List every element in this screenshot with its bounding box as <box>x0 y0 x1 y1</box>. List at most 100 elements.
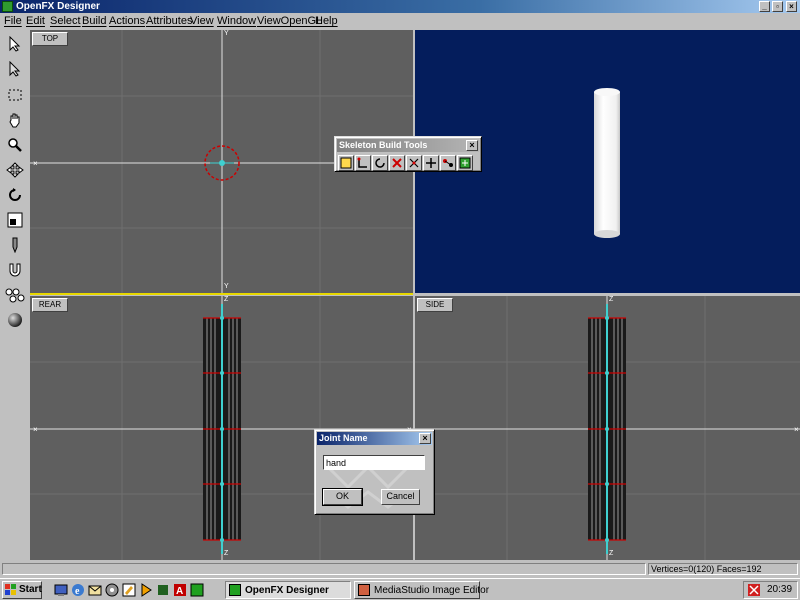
menu-edit[interactable]: Edit <box>26 15 45 28</box>
zoom-tool-button[interactable] <box>4 135 26 155</box>
menu-help[interactable]: Help <box>315 15 338 28</box>
tray-app-icon[interactable] <box>747 583 761 597</box>
menu-view[interactable]: View <box>190 15 214 28</box>
calculator-icon[interactable] <box>122 583 136 597</box>
joint-angle-button[interactable] <box>355 155 371 171</box>
start-button[interactable]: Start <box>2 581 42 599</box>
top-viewport-label[interactable]: TOP <box>32 32 68 46</box>
tool-palette <box>0 30 30 562</box>
rear-viewport-label[interactable]: REAR <box>32 298 68 312</box>
select-arrow-icon <box>9 61 21 77</box>
status-message <box>2 563 646 575</box>
svg-text:×: × <box>33 159 38 168</box>
y-axis-bottom-label: Y <box>224 283 229 290</box>
close-button[interactable]: × <box>786 1 797 12</box>
joint-name-titlebar[interactable]: Joint Name × <box>317 432 432 445</box>
move-joint-icon <box>426 158 436 168</box>
select-tool-button[interactable] <box>4 59 26 79</box>
move-joint-button[interactable] <box>423 155 439 171</box>
menu-bar: File Edit Select Build Actions Attribute… <box>0 13 800 30</box>
minimize-button[interactable]: _ <box>759 1 770 12</box>
magnet-icon <box>9 263 21 277</box>
joint-name-input[interactable] <box>323 455 425 470</box>
status-bar: Vertices=0(120) Faces=192 <box>0 562 800 576</box>
delete-joint-icon <box>392 158 402 168</box>
window-title: OpenFX Designer <box>16 1 100 12</box>
new-joint-button[interactable] <box>338 155 354 171</box>
menu-actions[interactable]: Actions <box>109 15 145 28</box>
mesh-counts: Vertices=0(120) Faces=192 <box>648 563 798 575</box>
z-axis-top-label: Z <box>224 296 229 303</box>
link-joints-button[interactable] <box>440 155 456 171</box>
side-viewport-mesh: × <box>415 296 800 560</box>
winamp-icon[interactable] <box>139 583 153 597</box>
box-select-tool-button[interactable] <box>4 85 26 105</box>
scale-tool-button[interactable] <box>4 210 26 230</box>
joint-name-title: Joint Name <box>319 433 368 443</box>
pick-joint-icon <box>409 158 419 168</box>
task-openfx-designer[interactable]: OpenFX Designer <box>225 581 351 599</box>
pen-icon <box>12 237 18 253</box>
outlook-icon[interactable] <box>88 583 102 597</box>
side-viewport[interactable]: × Z Z SIDE <box>415 296 800 560</box>
side-viewport-label[interactable]: SIDE <box>417 298 453 312</box>
system-tray: 20:39 <box>743 581 798 599</box>
move-arrows-icon <box>6 162 24 178</box>
close-icon[interactable]: × <box>466 140 478 151</box>
menu-select[interactable]: Select <box>50 15 81 28</box>
acrobat-icon[interactable]: A <box>173 583 187 597</box>
skeleton-tools-title: Skeleton Build Tools <box>339 140 428 150</box>
openfx-icon[interactable] <box>190 583 204 597</box>
magnet-tool-button[interactable] <box>4 260 26 280</box>
task-label: OpenFX Designer <box>245 585 329 596</box>
pan-tool-button[interactable] <box>4 110 26 130</box>
hand-icon <box>9 113 20 128</box>
joint-name-dialog[interactable]: Joint Name × OK Cancel <box>314 429 435 515</box>
skeleton-tools-titlebar[interactable]: Skeleton Build Tools × <box>337 139 479 152</box>
link-joints-icon <box>443 159 453 167</box>
mediastudio-task-icon <box>358 584 370 596</box>
rear-viewport[interactable]: × × Z Z REAR <box>30 296 413 560</box>
chip-icon[interactable] <box>156 583 170 597</box>
close-icon[interactable]: × <box>419 433 431 444</box>
menu-viewopengl[interactable]: ViewOpenGL <box>257 15 322 28</box>
skeleton-build-tools-window[interactable]: Skeleton Build Tools × <box>334 136 482 172</box>
desktop-icon[interactable] <box>54 583 68 597</box>
svg-text:A: A <box>176 586 183 597</box>
title-bar[interactable]: OpenFX Designer _ ▫ × <box>0 0 800 13</box>
pick-joint-button[interactable] <box>406 155 422 171</box>
rotate-icon <box>9 188 21 201</box>
task-mediastudio[interactable]: MediaStudio Image Editor <box>354 581 489 599</box>
rotate-joint-button[interactable] <box>372 155 388 171</box>
marquee-icon <box>8 89 22 101</box>
rotate-joint-icon <box>375 158 385 168</box>
active-viewport-indicator <box>30 293 413 295</box>
svg-text:×: × <box>794 425 799 434</box>
rotate-tool-button[interactable] <box>4 185 26 205</box>
menu-build[interactable]: Build <box>82 15 106 28</box>
windows-logo-icon <box>5 584 16 595</box>
render-tool-button[interactable] <box>4 310 26 330</box>
internet-explorer-icon[interactable]: e <box>71 583 85 597</box>
maximize-button[interactable]: ▫ <box>772 1 783 12</box>
menu-file[interactable]: File <box>4 15 22 28</box>
z-axis-top-label: Z <box>609 296 614 303</box>
cancel-button[interactable]: Cancel <box>381 489 420 505</box>
taskbar: Start e A OpenFX Designer MediaStudio Im… <box>0 578 800 600</box>
menu-attributes[interactable]: Attributes <box>146 15 192 28</box>
ok-button[interactable]: OK <box>322 488 363 506</box>
move-tool-button[interactable] <box>4 160 26 180</box>
joint-angle-icon <box>357 157 367 168</box>
delete-joint-button[interactable] <box>389 155 405 171</box>
assign-vertices-icon <box>459 157 471 169</box>
draw-tool-button[interactable] <box>4 235 26 255</box>
assign-vertices-button[interactable] <box>457 155 473 171</box>
rear-viewport-mesh: × × <box>30 296 413 560</box>
app-icon <box>2 1 13 12</box>
menu-window[interactable]: Window <box>217 15 256 28</box>
scale-icon <box>7 212 23 228</box>
sphere-icon <box>8 313 22 327</box>
media-player-icon[interactable] <box>105 583 119 597</box>
pointer-tool-button[interactable] <box>4 34 26 54</box>
skeleton-tool-button[interactable] <box>4 285 26 305</box>
